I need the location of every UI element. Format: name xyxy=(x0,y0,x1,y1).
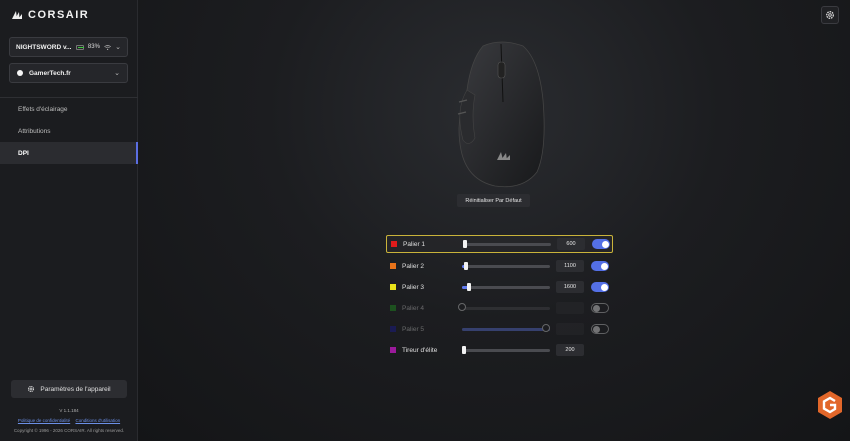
reset-defaults-button[interactable]: Réinitialiser Par Défaut xyxy=(457,194,530,207)
profile-dot-icon xyxy=(17,70,23,76)
dpi-slider[interactable] xyxy=(463,240,551,248)
profile-name: GamerTech.fr xyxy=(29,69,71,77)
sidebar-item-dpi[interactable]: DPI xyxy=(0,142,138,164)
dpi-color-swatch[interactable] xyxy=(390,347,396,353)
dpi-stage-toggle[interactable] xyxy=(591,324,609,334)
device-selector[interactable]: NIGHTSWORD v... 83% ⌄ xyxy=(9,37,128,57)
mouse-image xyxy=(457,41,545,188)
dpi-color-swatch[interactable] xyxy=(390,326,396,332)
corsair-sails-icon xyxy=(12,11,22,19)
toggle-knob xyxy=(600,262,608,270)
toggle-knob xyxy=(593,325,600,333)
dpi-stage-label: Palier 3 xyxy=(402,283,425,291)
version-text: V 1.1.184 xyxy=(59,408,79,413)
dpi-color-swatch[interactable] xyxy=(391,241,397,247)
sidebar-item-assignments[interactable]: Attributions xyxy=(0,120,138,142)
dpi-value-input[interactable]: 1100 xyxy=(556,260,584,272)
dpi-slider[interactable] xyxy=(462,262,550,270)
device-settings-label: Paramètres de l'appareil xyxy=(40,385,111,393)
dpi-value-input[interactable]: 1600 xyxy=(556,281,584,293)
battery-percentage: 83% xyxy=(87,44,100,50)
dpi-stage-toggle[interactable] xyxy=(591,282,609,292)
dpi-row[interactable]: Palier 2 1100 xyxy=(386,257,613,275)
dpi-slider-thumb[interactable] xyxy=(458,303,466,311)
logo-text: CORSAIR xyxy=(28,9,90,21)
dpi-stage-toggle[interactable] xyxy=(591,303,609,313)
dpi-slider-thumb[interactable] xyxy=(467,283,472,291)
dpi-stage-label: Palier 2 xyxy=(402,262,425,270)
dpi-color-swatch[interactable] xyxy=(390,284,396,290)
dpi-color-swatch[interactable] xyxy=(390,263,396,269)
dpi-slider-thumb[interactable] xyxy=(463,240,467,248)
sidebar-nav: Effets d'éclairage Attributions DPI xyxy=(0,97,138,164)
app-settings-button[interactable] xyxy=(821,6,839,24)
battery-icon xyxy=(75,44,84,50)
dpi-row[interactable]: Palier 4 xyxy=(386,299,613,317)
wifi-icon xyxy=(104,44,111,50)
chevron-down-icon: ⌄ xyxy=(114,70,120,77)
dpi-slider-fill xyxy=(462,327,550,331)
dpi-row[interactable]: Palier 3 1600 xyxy=(386,278,613,296)
copyright-text: Copyright © 1996 - 2026 CORSAIR. All rig… xyxy=(13,428,125,433)
dpi-slider-thumb[interactable] xyxy=(464,262,469,270)
sidebar-item-lighting[interactable]: Effets d'éclairage xyxy=(0,98,138,120)
dpi-slider[interactable] xyxy=(462,324,550,332)
dpi-value-input[interactable]: 600 xyxy=(557,238,585,250)
dpi-row[interactable]: Palier 5 xyxy=(386,320,613,338)
device-name: NIGHTSWORD v... xyxy=(16,43,72,51)
dpi-slider[interactable] xyxy=(458,303,550,311)
dpi-value-input[interactable] xyxy=(556,323,584,335)
chevron-down-icon: ⌄ xyxy=(115,44,121,51)
corsair-logo: CORSAIR xyxy=(11,9,89,21)
dpi-row[interactable]: Tireur d'élite 200 xyxy=(386,341,613,359)
dpi-stage-label: Palier 5 xyxy=(402,325,425,333)
dpi-stage-label: Palier 1 xyxy=(403,240,426,248)
toggle-knob xyxy=(593,304,600,312)
dpi-stage-toggle[interactable] xyxy=(592,239,610,249)
dpi-color-swatch[interactable] xyxy=(390,305,396,311)
toggle-knob xyxy=(600,283,608,291)
dpi-slider[interactable] xyxy=(462,346,550,354)
gear-icon xyxy=(28,385,35,393)
legal-links: Politique de confidentialité Conditions … xyxy=(0,418,138,423)
dpi-slider-thumb[interactable] xyxy=(462,346,466,354)
dpi-stage-label: Palier 4 xyxy=(402,304,425,312)
dpi-stage-label: Tireur d'élite xyxy=(402,346,438,354)
sidebar: CORSAIR NIGHTSWORD v... 83% ⌄ GamerTech.… xyxy=(0,0,138,441)
terms-link[interactable]: Conditions d'utilisation xyxy=(75,418,120,423)
gamertech-logo xyxy=(818,391,842,419)
dpi-value-input[interactable]: 200 xyxy=(556,344,584,356)
dpi-slider-thumb[interactable] xyxy=(542,324,550,332)
dpi-row[interactable]: Palier 1 600 xyxy=(386,235,613,253)
device-settings-button[interactable]: Paramètres de l'appareil xyxy=(11,380,127,398)
dpi-stage-toggle[interactable] xyxy=(591,261,609,271)
privacy-link[interactable]: Politique de confidentialité xyxy=(18,418,70,423)
dpi-slider[interactable] xyxy=(462,283,550,291)
profile-selector[interactable]: GamerTech.fr ⌄ xyxy=(9,63,128,83)
gear-icon xyxy=(826,11,834,19)
dpi-value-input[interactable] xyxy=(556,302,584,314)
toggle-knob xyxy=(601,240,609,248)
